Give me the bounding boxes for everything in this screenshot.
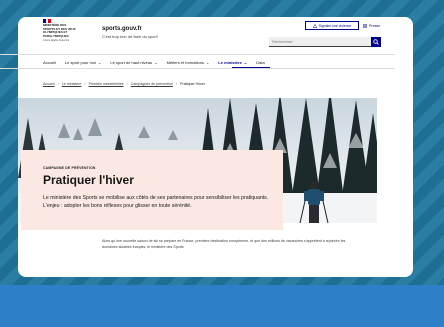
nav-label: Le sport de haut niveau <box>110 59 153 65</box>
ministry-logo[interactable]: MINISTÈRE DES SPORTS ET DES JEUX OLYMPIQ… <box>43 19 83 42</box>
article-intro: Alors qu'une nouvelle saison de ski se p… <box>102 239 346 249</box>
warning-icon <box>312 23 317 28</box>
search-input[interactable] <box>269 37 371 47</box>
nav-item-accueil[interactable]: Accueil <box>43 60 56 65</box>
nav-item-ministere[interactable]: Le ministère ⌄ <box>218 60 247 65</box>
logo-text: MINISTÈRE DES SPORTS ET DES JEUX OLYMPIQ… <box>43 23 76 38</box>
search-icon <box>373 39 379 45</box>
breadcrumb-item[interactable]: Campagnes de prévention <box>131 82 173 86</box>
logo-motto: Liberté Égalité Fraternité <box>43 39 70 43</box>
report-violence-label: Signaler une violence <box>318 23 352 28</box>
report-violence-button[interactable]: Signaler une violence <box>305 21 359 30</box>
search-button[interactable] <box>371 37 381 47</box>
nav-divider <box>0 68 395 69</box>
site-title[interactable]: sports.gouv.fr <box>102 26 142 32</box>
breadcrumb-item[interactable]: Le ministère <box>62 82 82 86</box>
nav-label: Accueil <box>43 59 56 65</box>
press-label: Presse <box>369 23 381 28</box>
page-title: Pratiquer l'hiver <box>43 173 134 187</box>
bottom-band <box>0 285 444 327</box>
chevron-down-icon: ⌄ <box>154 59 158 65</box>
hero-description: Le ministère des Sports se mobilise aux … <box>43 195 269 209</box>
nav-label: Le ministère <box>218 59 242 65</box>
main-navigation: Accueil Le sport pour moi ⌄ Le sport de h… <box>43 57 265 67</box>
header-divider <box>0 54 395 55</box>
breadcrumb-separator: › <box>57 82 59 86</box>
breadcrumb-separator: › <box>175 82 178 86</box>
nav-label: Le sport pour moi <box>64 59 97 65</box>
nav-item-metiers[interactable]: Métiers et formations ⌄ <box>167 60 210 65</box>
breadcrumb-item[interactable]: Accueil <box>43 82 55 86</box>
breadcrumb-separator: › <box>84 82 86 86</box>
chevron-down-icon: ⌄ <box>243 59 248 65</box>
breadcrumb-item[interactable]: Priorités ministérielles <box>89 82 124 86</box>
nav-item-data[interactable]: Data <box>256 60 264 65</box>
hero-kicker: CAMPAGNE DE PRÉVENTION <box>43 166 96 170</box>
nav-item-sport-pour-moi[interactable]: Le sport pour moi ⌄ <box>65 60 102 65</box>
press-link[interactable]: Presse <box>363 21 380 30</box>
nav-label: Métiers et formations <box>166 59 204 65</box>
nav-label: Data <box>256 59 265 65</box>
breadcrumb-current: Pratiquer l'hiver <box>180 82 205 86</box>
chevron-down-icon: ⌄ <box>205 59 210 65</box>
breadcrumb-separator: › <box>126 82 128 86</box>
site-tagline: C'est trop bon de faire du sport! <box>102 34 158 39</box>
newspaper-icon <box>363 23 367 28</box>
hero-card <box>21 150 283 230</box>
chevron-down-icon: ⌄ <box>98 59 102 65</box>
breadcrumb: Accueil › Le ministère › Priorités minis… <box>43 82 205 86</box>
nav-item-haut-niveau[interactable]: Le sport de haut niveau ⌄ <box>110 60 157 65</box>
